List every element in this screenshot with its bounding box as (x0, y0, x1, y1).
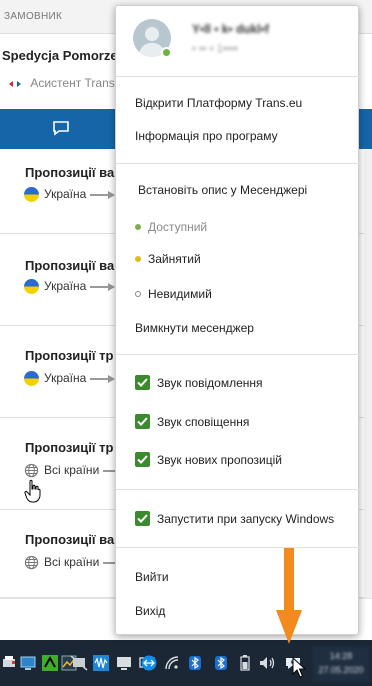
waveform-icon[interactable] (92, 654, 110, 672)
menu-separator (116, 163, 360, 164)
offer-route: Всі країни (24, 463, 129, 479)
bluetooth-icon[interactable] (186, 654, 204, 672)
offer-route: Україна (24, 187, 116, 203)
user-header: Y•ll • k• dukl•f • •• • 1•••• (116, 6, 360, 76)
user-id: • •• • 1•••• (192, 43, 239, 55)
online-status-dot (161, 47, 172, 58)
sound-message-label: Звук повідомлення (157, 376, 263, 390)
chat-tab[interactable] (0, 109, 120, 149)
start-with-windows-label: Запустити при запуску Windows (157, 512, 335, 526)
logout-item[interactable]: Вийти (135, 570, 169, 584)
chat-icon (53, 121, 69, 136)
assistant-link[interactable]: Асистент Trans. (8, 76, 118, 94)
battery-icon[interactable] (236, 654, 254, 672)
windows-taskbar: 14:28 27.05.2020 (0, 640, 372, 686)
ukraine-flag-icon (24, 187, 39, 203)
globe-icon (24, 464, 39, 478)
sound-new-offers-label: Звук нових пропозицій (157, 453, 282, 467)
globe-icon (24, 556, 39, 570)
company-name: Spedycja Pomorze I (2, 48, 125, 63)
checkbox-checked-icon (135, 511, 150, 527)
sound-notification-label: Звук сповіщення (157, 415, 250, 429)
status-available-label: Доступний (148, 220, 208, 234)
clock-time: 14:28 (329, 651, 353, 661)
status-dot-green (135, 223, 141, 230)
offer-country: Україна (44, 187, 87, 201)
start-with-windows-checkbox[interactable]: Запустити при запуску Windows (135, 511, 335, 527)
status-busy-label: Зайнятий (148, 252, 201, 266)
messenger-tray-menu: Y•ll • k• dukl•f • •• • 1•••• Відкрити П… (115, 5, 360, 635)
mouse-pointer-icon (292, 657, 306, 678)
scrollbar[interactable] (364, 150, 372, 598)
header-label: ЗАМОВНИК (4, 11, 63, 22)
status-invisible-item[interactable]: Невидимий (135, 287, 212, 301)
sound-notification-checkbox[interactable]: Звук сповіщення (135, 414, 250, 430)
menu-separator (116, 76, 360, 77)
sound-new-offers-checkbox[interactable]: Звук нових пропозицій (135, 452, 282, 468)
annotation-arrow-down-icon (276, 548, 302, 644)
ukraine-flag-icon (24, 371, 39, 387)
open-platform-item[interactable]: Відкрити Платформу Trans.eu (135, 96, 302, 110)
offer-route: Україна (24, 279, 116, 295)
offer-title: Пропозиції ва (25, 258, 115, 273)
status-busy-item[interactable]: Зайнятий (135, 252, 201, 266)
system-clock[interactable]: 14:28 27.05.2020 (312, 646, 370, 682)
checkbox-checked-icon (135, 452, 150, 468)
offer-route: Всі країни (24, 555, 129, 571)
offer-country: Всі країни (44, 555, 100, 569)
monitor-icon[interactable] (19, 654, 37, 672)
trans-logo-icon (9, 80, 21, 87)
menu-separator (116, 354, 360, 355)
ukraine-flag-icon (24, 279, 39, 295)
hand-cursor-icon (24, 479, 41, 503)
pc-icon[interactable] (115, 654, 133, 672)
offer-country: Україна (44, 371, 87, 385)
user-name: Y•ll • k• dukl•f (192, 22, 269, 36)
status-dot-yellow (135, 255, 141, 262)
status-invisible-label: Невидимий (148, 287, 212, 301)
disable-messenger-item[interactable]: Вимкнути месенджер (135, 321, 254, 335)
sound-message-checkbox[interactable]: Звук повідомлення (135, 375, 263, 391)
arrow-right-icon (90, 282, 116, 291)
status-dot-hollow (135, 290, 141, 297)
offer-country: Всі країни (44, 463, 100, 477)
menu-separator (116, 547, 360, 548)
mute-icon[interactable] (70, 654, 88, 672)
arrow-right-icon (90, 374, 116, 383)
offer-route: Україна (24, 371, 116, 387)
clock-date: 27.05.2020 (318, 665, 364, 675)
offer-title: Пропозиції ва (25, 532, 115, 547)
offer-country: Україна (44, 279, 87, 293)
checkbox-checked-icon (135, 375, 150, 391)
volume-icon[interactable] (259, 654, 277, 672)
wifi-icon[interactable] (163, 654, 181, 672)
app-icon[interactable] (41, 654, 59, 672)
offer-title: Пропозиції ва (25, 165, 115, 180)
offer-title: Пропозиції тр (25, 348, 114, 363)
teamviewer-icon[interactable] (140, 654, 158, 672)
checkbox-checked-icon (135, 414, 150, 430)
menu-separator (116, 489, 360, 490)
printer-icon[interactable] (0, 654, 18, 672)
arrow-right-icon (90, 190, 116, 199)
status-available-item[interactable]: Доступний (135, 220, 207, 234)
set-description-item[interactable]: Встановіть опис у Месенджері (138, 183, 307, 197)
bluetooth-icon[interactable] (212, 654, 230, 672)
offer-title: Пропозиції тр (25, 440, 114, 455)
exit-item[interactable]: Вихід (135, 604, 165, 618)
assistant-label: Асистент Trans. (30, 76, 119, 90)
program-info-item[interactable]: Інформація про програму (135, 129, 278, 143)
